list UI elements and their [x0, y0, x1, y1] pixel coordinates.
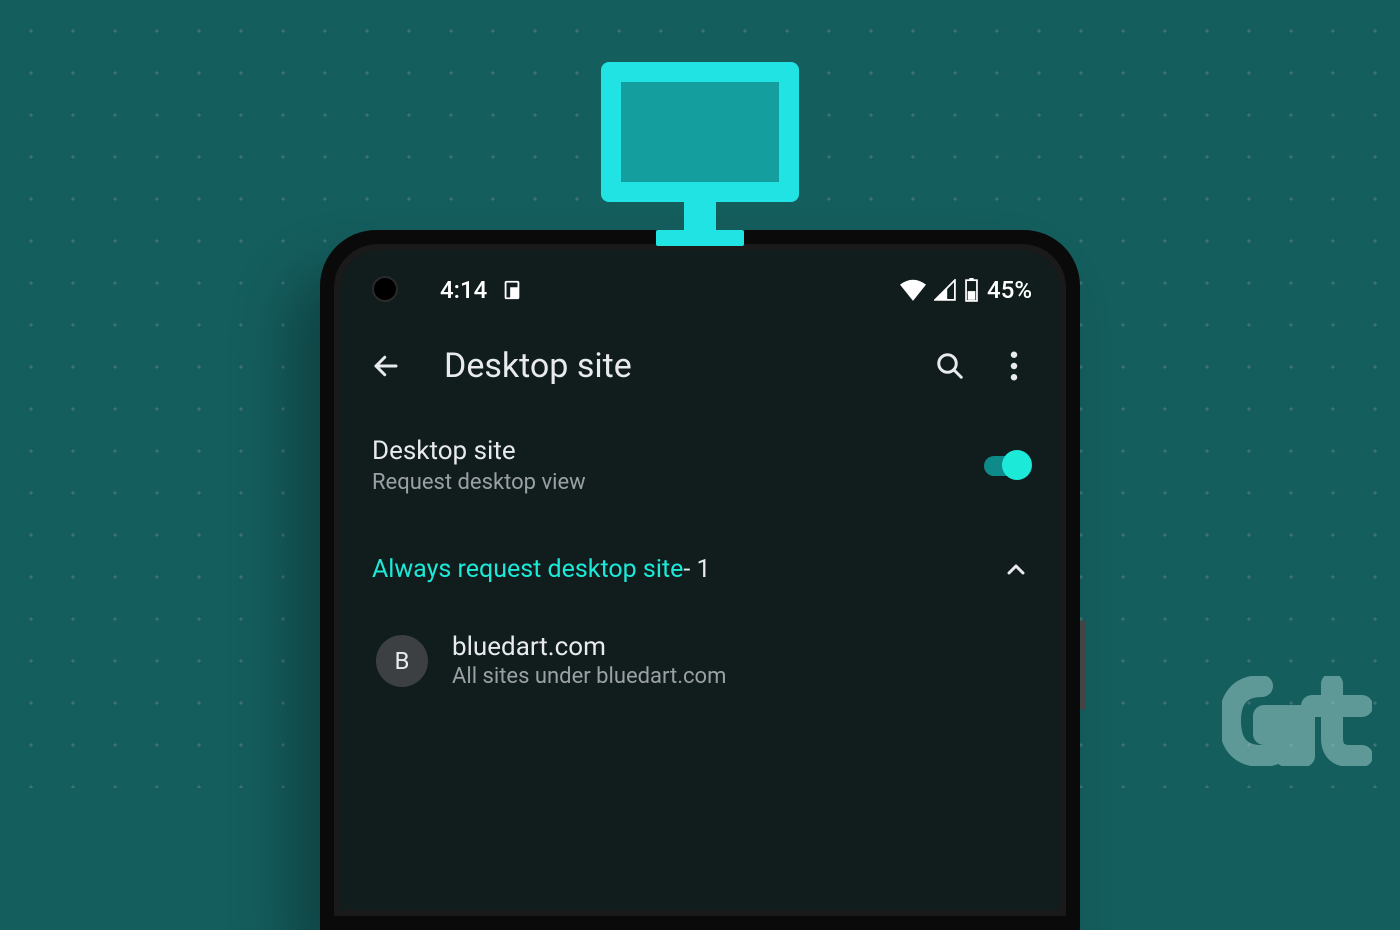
- toggle-subtitle: Request desktop view: [372, 470, 984, 495]
- monitor-icon: [601, 62, 799, 246]
- site-domain: bluedart.com: [452, 632, 1028, 662]
- phone-side-button: [1080, 620, 1086, 710]
- chevron-up-icon: [1004, 558, 1028, 582]
- site-row[interactable]: B bluedart.com All sites under bluedart.…: [340, 604, 1060, 689]
- app-bar: Desktop site: [340, 304, 1060, 406]
- signal-icon: [934, 279, 956, 301]
- section-label: Always request desktop site: [372, 555, 683, 584]
- section-count: - 1: [683, 555, 710, 584]
- phone-screen: 4:14 45%: [340, 250, 1060, 910]
- site-subtitle: All sites under bluedart.com: [452, 664, 1028, 689]
- desktop-site-toggle[interactable]: [984, 456, 1028, 476]
- back-button[interactable]: [368, 348, 404, 384]
- status-bar: 4:14 45%: [340, 250, 1060, 304]
- gt-watermark: [1222, 676, 1372, 766]
- toggle-title: Desktop site: [372, 436, 984, 466]
- site-avatar: B: [376, 635, 428, 687]
- camera-hole: [372, 276, 398, 302]
- search-button[interactable]: [932, 348, 968, 384]
- status-battery-pct: 45%: [987, 276, 1032, 304]
- always-request-section[interactable]: Always request desktop site - 1: [340, 515, 1060, 604]
- more-button[interactable]: [996, 348, 1032, 384]
- page-title: Desktop site: [444, 346, 904, 386]
- desktop-site-toggle-row[interactable]: Desktop site Request desktop view: [340, 406, 1060, 515]
- phone-frame: 4:14 45%: [320, 230, 1080, 930]
- wifi-icon: [900, 279, 926, 301]
- battery-icon: [964, 278, 979, 302]
- status-time: 4:14: [440, 276, 487, 304]
- sim-icon: [501, 279, 523, 301]
